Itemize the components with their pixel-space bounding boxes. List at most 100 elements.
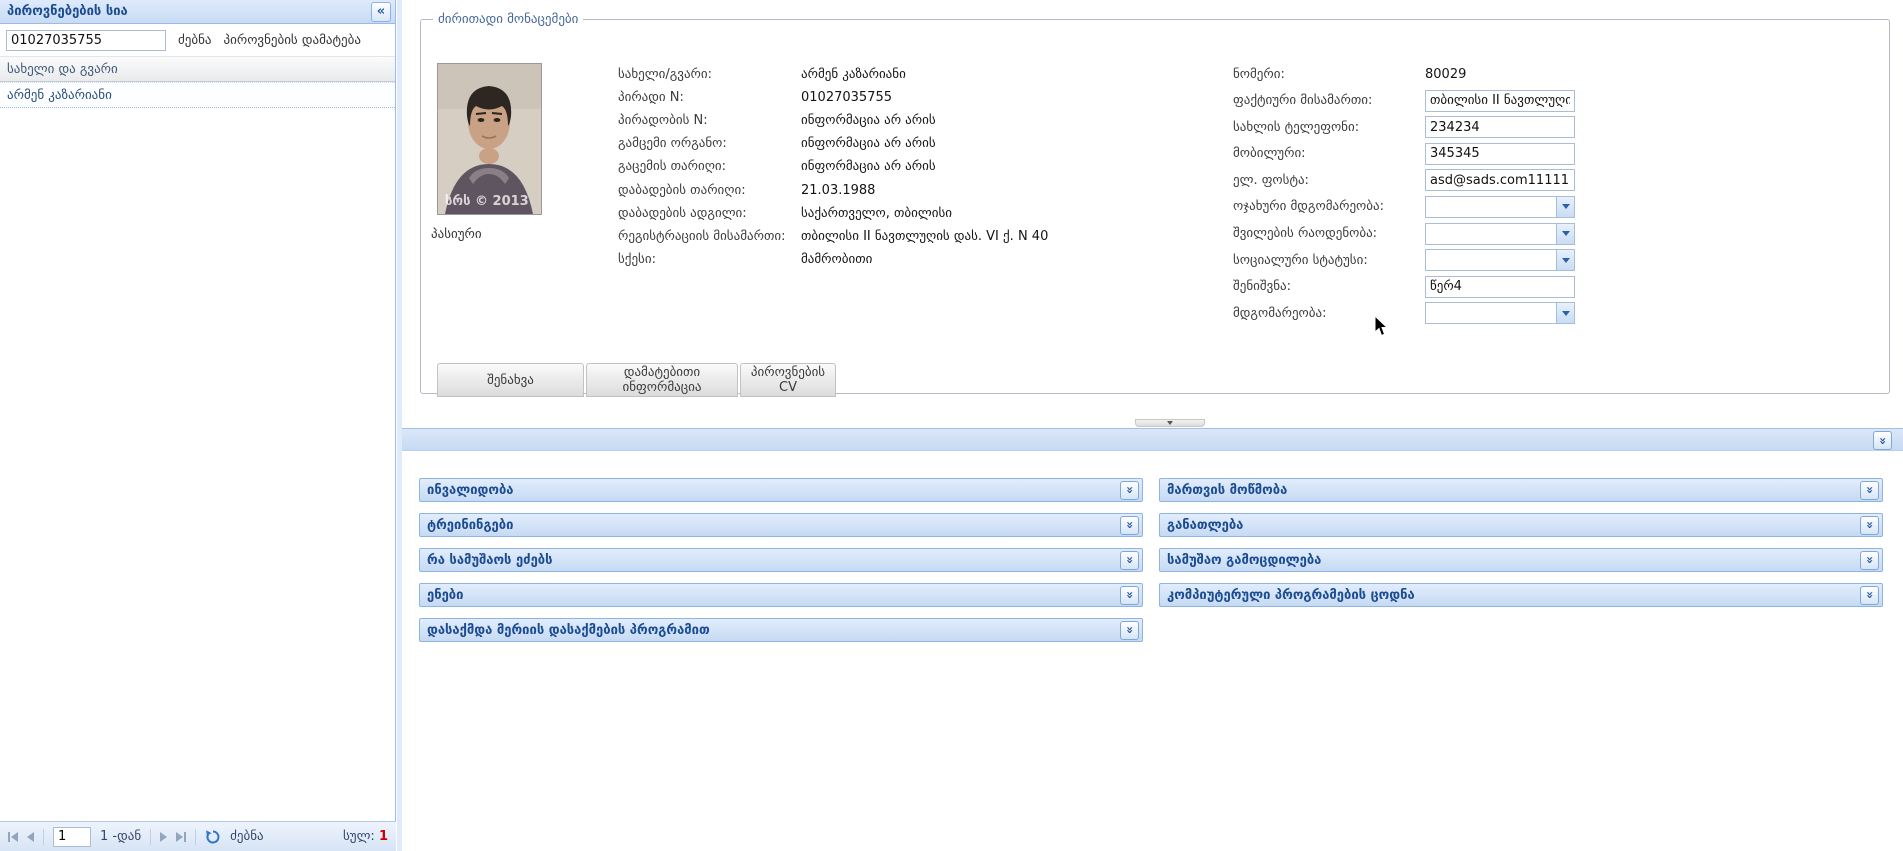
main-data-fieldset: ძირითადი მონაცემები სრს © 2013 პასიური ს… <box>420 12 1890 394</box>
status-select[interactable] <box>1425 302 1575 324</box>
double-chevron-left-icon: « <box>377 4 385 19</box>
field-row-birth-place: დაბადების ადგილი:საქართველო, თბილისი <box>618 202 1218 225</box>
field-row-name-surname: სახელი/გვარი:არმენ კაზარიანი <box>618 63 1218 86</box>
select-trigger-button[interactable] <box>1556 224 1574 244</box>
select-trigger-button[interactable] <box>1556 250 1574 270</box>
accordion-computer-skills[interactable]: კომპიუტერული პროგრამების ცოდნა» <box>1159 583 1883 607</box>
social-status-select[interactable] <box>1425 249 1575 271</box>
page-number-input[interactable] <box>53 827 91 847</box>
accordion-expand-button[interactable]: » <box>1120 621 1139 640</box>
collapse-grip-icon <box>1167 421 1173 428</box>
search-button[interactable]: ძებნა <box>178 33 212 48</box>
accordion-expand-button[interactable]: » <box>1860 481 1879 500</box>
field-row-issuing-authority: გამცემი ორგანო:ინფორმაცია არ არის <box>618 132 1218 155</box>
field-row-issue-date: გაცემის თარიღი:ინფორმაცია არ არის <box>618 155 1218 178</box>
accordion-trainings[interactable]: ტრეინინგები» <box>419 513 1143 537</box>
grid-column-header[interactable]: სახელი და გვარი <box>0 56 395 82</box>
select-trigger-button[interactable] <box>1556 197 1574 217</box>
children-count-select[interactable] <box>1425 223 1575 245</box>
splitter-collapse-grip[interactable] <box>1135 419 1205 427</box>
first-page-button[interactable] <box>8 832 18 842</box>
field-label: პირადი N: <box>618 90 801 105</box>
prev-page-button[interactable] <box>27 832 34 842</box>
accordion-expand-button[interactable]: » <box>1860 516 1879 535</box>
double-chevron-down-icon: » <box>1123 486 1135 494</box>
accordion-expand-button[interactable]: » <box>1120 481 1139 500</box>
pager-search-button[interactable]: ძებნა <box>230 829 264 844</box>
next-page-button[interactable] <box>160 832 167 842</box>
accordion-employed-by-city-program[interactable]: დასაქმდა მერიის დასაქმების პროგრამით» <box>419 618 1143 642</box>
persons-list-header: პიროვნებების სია « <box>0 0 395 24</box>
accordion-label: ტრეინინგები <box>427 518 1120 533</box>
field-label: ოჯახური მდგომარეობა: <box>1233 199 1425 214</box>
field-row-personal-number: პირადი N:01027035755 <box>618 86 1218 109</box>
field-label: ფაქტიური მისამართი: <box>1233 93 1425 108</box>
accordion-expand-button[interactable]: » <box>1120 586 1139 605</box>
accordion-expand-button[interactable]: » <box>1860 551 1879 570</box>
field-row-number: ნომერი:80029 <box>1233 63 1853 85</box>
band-collapse-button[interactable]: » <box>1873 431 1892 450</box>
refresh-icon <box>205 829 221 845</box>
field-value: არმენ კაზარიანი <box>801 67 906 82</box>
field-row-note: შენიშვნა: <box>1233 276 1853 298</box>
accordion-work-experience[interactable]: სამუშაო გამოცდილება» <box>1159 548 1883 572</box>
accordion-languages[interactable]: ენები» <box>419 583 1143 607</box>
persons-grid: არმენ კაზარიანი <box>0 82 395 108</box>
double-chevron-down-icon: » <box>1863 556 1875 564</box>
accordion-expand-button[interactable]: » <box>1120 516 1139 535</box>
search-toolbar: ძებნა პიროვნების დამატება <box>0 24 395 56</box>
prev-page-icon <box>27 832 34 842</box>
person-photo: სრს © 2013 <box>437 63 542 215</box>
accordion-expand-button[interactable]: » <box>1860 586 1879 605</box>
total-count-value: 1 <box>379 829 388 844</box>
accordion-job-seeking[interactable]: რა სამუშაოს ეძებს» <box>419 548 1143 572</box>
field-label: ნომერი: <box>1233 67 1425 82</box>
panel-title: პიროვნებების სია <box>7 4 371 19</box>
field-label: მდგომარეობა: <box>1233 306 1425 321</box>
field-label: რეგისტრაციის მისამართი: <box>618 229 801 244</box>
mobile-input[interactable] <box>1425 143 1575 165</box>
person-row[interactable]: არმენ კაზარიანი <box>0 82 395 108</box>
select-trigger-button[interactable] <box>1556 303 1574 323</box>
next-page-icon <box>160 832 167 842</box>
marital-status-select[interactable] <box>1425 196 1575 218</box>
field-row-gender: სქესი:მამრობითი <box>618 248 1218 271</box>
field-label: სქესი: <box>618 252 801 267</box>
field-label: დაბადების თარიღი: <box>618 183 801 198</box>
horizontal-splitter[interactable] <box>402 418 1903 428</box>
last-page-button[interactable] <box>176 832 186 842</box>
search-input[interactable] <box>6 30 166 51</box>
chevron-down-icon <box>1562 258 1570 267</box>
home-phone-input[interactable] <box>1425 116 1575 138</box>
collapse-panel-button[interactable]: « <box>371 2 391 22</box>
field-row-id-card-number: პირადობის N:ინფორმაცია არ არის <box>618 109 1218 132</box>
field-value: 21.03.1988 <box>801 183 875 198</box>
actual-address-input[interactable] <box>1425 90 1575 112</box>
field-value: ინფორმაცია არ არის <box>801 159 936 174</box>
field-value: ინფორმაცია არ არის <box>801 113 936 128</box>
save-button[interactable]: შენახვა <box>437 363 584 397</box>
field-value: თბილისი II ნავთლუღის დას. VI ქ. N 40 <box>801 229 1048 244</box>
person-status-label: პასიური <box>431 227 482 242</box>
double-chevron-down-icon: » <box>1123 591 1135 599</box>
field-label: მობილური: <box>1233 146 1425 161</box>
accordion-education[interactable]: განათლება» <box>1159 513 1883 537</box>
double-chevron-down-icon: » <box>1123 556 1135 564</box>
field-row-birth-date: დაბადების თარიღი:21.03.1988 <box>618 178 1218 201</box>
field-row-actual-address: ფაქტიური მისამართი: <box>1233 90 1853 112</box>
additional-info-button[interactable]: დამატებითი ინფორმაცია <box>586 363 738 397</box>
accordion-driving-license[interactable]: მართვის მოწმობა» <box>1159 478 1883 502</box>
accordion-expand-button[interactable]: » <box>1120 551 1139 570</box>
accordion-disability[interactable]: ინვალიდობა» <box>419 478 1143 502</box>
field-row-home-phone: სახლის ტელეფონი: <box>1233 116 1853 138</box>
person-cv-button[interactable]: პიროვნების CV <box>740 363 836 397</box>
field-label: ელ. ფოსტა: <box>1233 173 1425 188</box>
refresh-button[interactable] <box>205 829 221 845</box>
note-input[interactable] <box>1425 276 1575 298</box>
double-chevron-down-icon: » <box>1863 591 1875 599</box>
accordion-label: რა სამუშაოს ეძებს <box>427 553 1120 568</box>
email-input[interactable] <box>1425 169 1575 191</box>
field-value: ინფორმაცია არ არის <box>801 136 936 151</box>
accordion-label: სამუშაო გამოცდილება <box>1167 553 1860 568</box>
add-person-button[interactable]: პიროვნების დამატება <box>224 33 361 48</box>
